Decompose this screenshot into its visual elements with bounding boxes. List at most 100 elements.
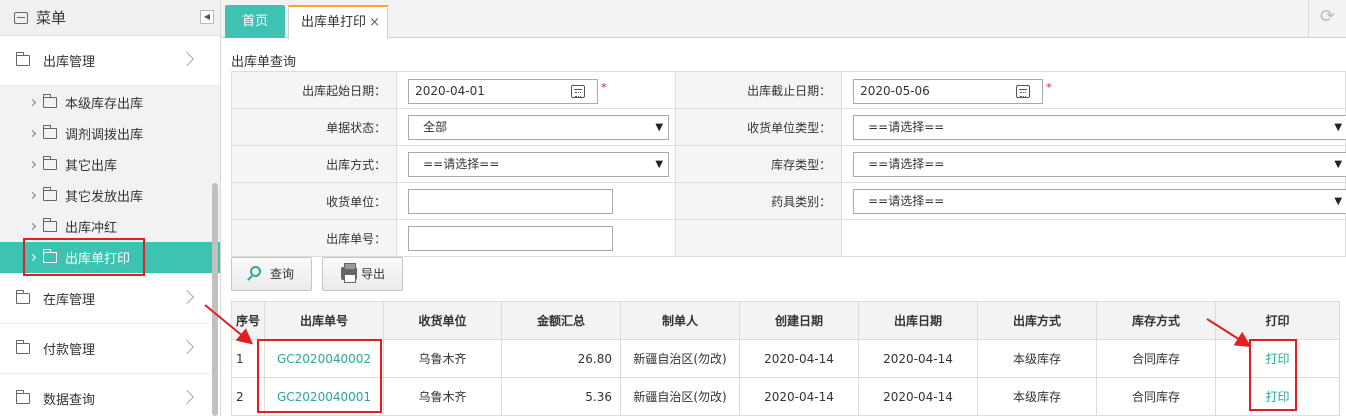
close-icon[interactable]: ×: [369, 7, 380, 38]
folder-icon: [16, 340, 30, 354]
folder-icon: [16, 52, 30, 66]
sidebar-item-other-distribution-outbound[interactable]: 其它发放出库: [0, 180, 220, 211]
table-header-row: 序号 出库单号 收货单位 金额汇总 制单人 创建日期 出库日期 出库方式 库存方…: [231, 301, 1340, 340]
chevron-right-icon: [28, 160, 37, 169]
tab-bar: 首页 出库单打印 × ⟳: [221, 0, 1346, 39]
required-mark: *: [601, 81, 607, 94]
chevron-right-icon: [28, 191, 37, 200]
stock-type-select[interactable]: ==请选择== ▼: [853, 152, 1346, 177]
drug-category-select[interactable]: ==请选择== ▼: [853, 189, 1346, 214]
col-header: 制单人: [620, 301, 740, 340]
start-date-value: 2020-04-01: [415, 84, 485, 98]
start-date-label: 出库起始日期：: [230, 71, 398, 109]
cell-creator: 新疆自治区(勿改): [620, 339, 740, 378]
receiver-cell: [396, 182, 676, 220]
sidebar-group-outbound[interactable]: 出库管理: [0, 36, 220, 86]
cell-stock: 合同库存: [1096, 377, 1216, 416]
folder-icon: [43, 156, 57, 170]
search-icon: [250, 266, 261, 277]
start-date-input[interactable]: 2020-04-01: [408, 79, 599, 104]
order-no-input[interactable]: [408, 226, 614, 251]
sidebar-item-label: 出库冲红: [65, 221, 118, 236]
folder-icon: [16, 390, 30, 404]
cell-amount: 5.36: [501, 377, 621, 416]
menu-icon: [14, 11, 28, 24]
status-select[interactable]: 全部 ▼: [408, 115, 670, 140]
cell-out-date: 2020-04-14: [858, 377, 978, 416]
col-header: 收货单位: [383, 301, 502, 340]
tab-label: 出库单打印: [301, 15, 367, 30]
sidebar-group-label: 付款管理: [43, 343, 96, 358]
stock-type-label: 库存类型：: [674, 145, 843, 183]
col-header: 出库日期: [858, 301, 978, 340]
end-date-cell: 2020-05-06 *: [841, 71, 1346, 109]
order-no-cell: [396, 219, 676, 257]
end-date-input[interactable]: 2020-05-06: [853, 79, 1044, 104]
receiver-type-select[interactable]: ==请选择== ▼: [853, 115, 1346, 140]
folder-icon: [43, 218, 57, 232]
sidebar-item-local-stock-outbound[interactable]: 本级库存出库: [0, 87, 220, 118]
required-mark: *: [1046, 81, 1052, 94]
sidebar-item-label: 本级库存出库: [65, 97, 144, 112]
outbound-method-value: ==请选择==: [423, 157, 500, 171]
chevron-right-icon: [179, 289, 195, 305]
table-row: 1 GC2020040002 乌鲁木齐 26.80 新疆自治区(勿改) 2020…: [231, 339, 1340, 378]
dropdown-arrow-icon: ▼: [1334, 196, 1343, 207]
col-header: 打印: [1215, 301, 1340, 340]
sidebar-group-inventory[interactable]: 在库管理: [0, 274, 220, 324]
calendar-icon[interactable]: [1016, 85, 1031, 98]
col-header: 出库方式: [977, 301, 1097, 340]
chevron-right-icon: [179, 389, 195, 405]
sidebar-scrollbar[interactable]: [212, 183, 218, 416]
cell-creator: 新疆自治区(勿改): [620, 377, 740, 416]
calendar-icon[interactable]: [571, 85, 586, 98]
dropdown-arrow-icon: ▼: [1334, 122, 1343, 133]
outbound-method-label: 出库方式：: [230, 145, 398, 183]
col-header: 出库单号: [264, 301, 384, 340]
cell-receiver: 乌鲁木齐: [383, 339, 502, 378]
start-date-cell: 2020-04-01 *: [396, 71, 676, 109]
folder-icon: [43, 94, 57, 108]
query-form: 出库起始日期： 2020-04-01 * 出库截止日期： 2020-05-06 …: [230, 71, 1346, 257]
receiver-type-label: 收货单位类型：: [674, 108, 843, 146]
cell-method: 本级库存: [977, 377, 1097, 416]
chevron-right-icon: [28, 222, 37, 231]
outbound-method-cell: ==请选择== ▼: [396, 145, 676, 183]
sidebar-item-label: 调剂调拨出库: [65, 128, 144, 143]
tab-home[interactable]: 首页: [225, 5, 285, 38]
drug-category-label: 药具类别：: [674, 182, 843, 220]
highlight-print-box: [1249, 339, 1297, 411]
receiver-type-value: ==请选择==: [868, 120, 945, 134]
main-content: 出库单查询 出库起始日期： 2020-04-01 * 出库截止日期： 2020-…: [221, 38, 1346, 416]
query-button-label: 查询: [270, 267, 295, 281]
sidebar-item-transfer-outbound[interactable]: 调剂调拨出库: [0, 118, 220, 149]
chevron-right-icon: [28, 129, 37, 138]
dropdown-arrow-icon: ▼: [655, 122, 664, 133]
cell-out-date: 2020-04-14: [858, 339, 978, 378]
tab-outbound-print[interactable]: 出库单打印 ×: [288, 5, 388, 39]
sidebar-group-data-query[interactable]: 数据查询: [0, 374, 220, 416]
sidebar-item-other-outbound[interactable]: 其它出库: [0, 149, 220, 180]
drug-category-cell: ==请选择== ▼: [841, 182, 1346, 220]
outbound-method-select[interactable]: ==请选择== ▼: [408, 152, 670, 177]
query-button[interactable]: 查询: [231, 257, 312, 291]
empty-value-cell: [841, 219, 1346, 257]
sidebar-group-label: 数据查询: [43, 393, 96, 408]
refresh-icon[interactable]: ⟳: [1308, 0, 1346, 38]
table-row: 2 GC2020040001 乌鲁木齐 5.36 新疆自治区(勿改) 2020-…: [231, 377, 1340, 416]
empty-label-cell: [674, 219, 843, 257]
dropdown-arrow-icon: ▼: [1334, 159, 1343, 170]
col-header: 创建日期: [739, 301, 859, 340]
cell-created: 2020-04-14: [739, 339, 859, 378]
col-header: 库存方式: [1096, 301, 1216, 340]
section-title: 出库单查询: [231, 55, 297, 70]
cell-amount: 26.80: [501, 339, 621, 378]
end-date-label: 出库截止日期：: [674, 71, 843, 109]
printer-icon: [341, 263, 357, 283]
receiver-input[interactable]: [408, 189, 614, 214]
highlight-box: [23, 238, 145, 276]
export-button[interactable]: 导出: [322, 257, 403, 291]
collapse-sidebar-button[interactable]: ◀: [200, 10, 214, 24]
sidebar-group-payment[interactable]: 付款管理: [0, 324, 220, 374]
chevron-right-icon: [179, 339, 195, 355]
